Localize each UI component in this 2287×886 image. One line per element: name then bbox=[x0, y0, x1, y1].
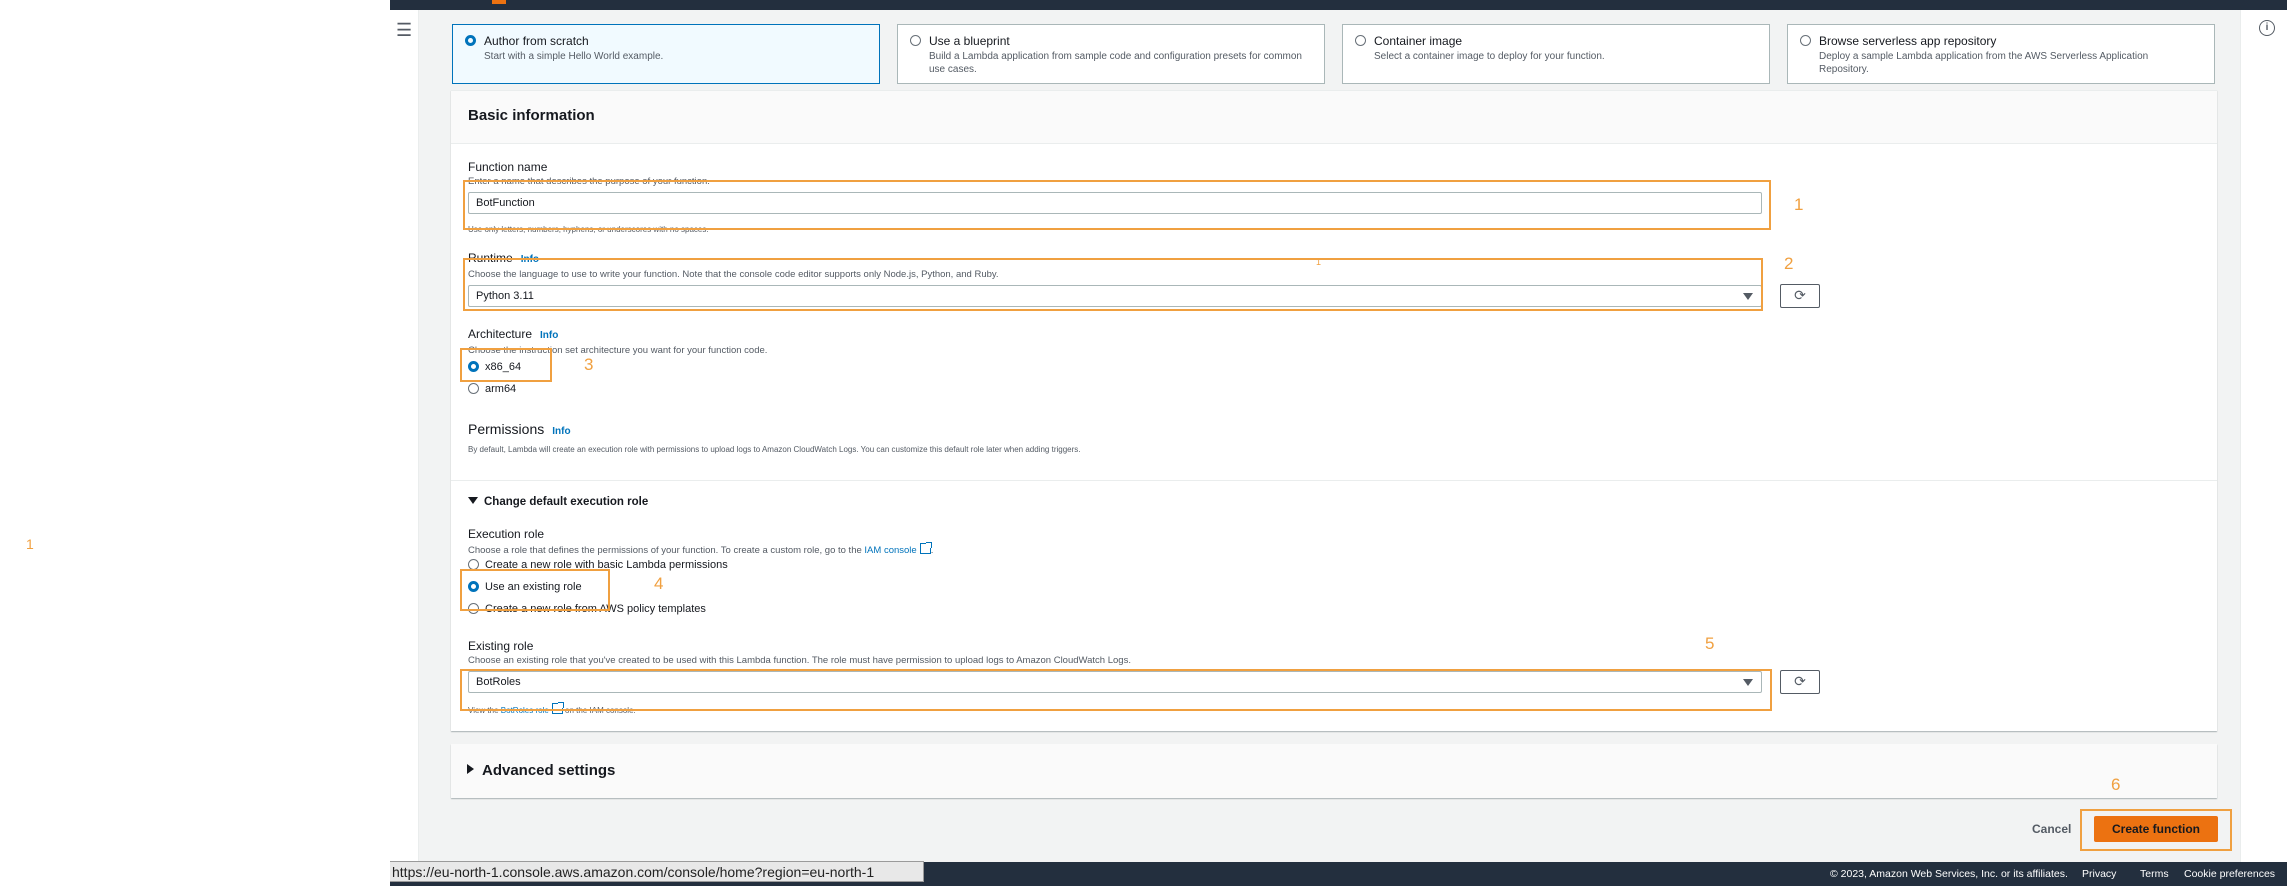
option-title: Author from scratch bbox=[484, 34, 589, 48]
annotation-box-6 bbox=[2080, 809, 2232, 851]
permissions-label: Permissions Info bbox=[468, 421, 571, 437]
option-description: Start with a simple Hello World example. bbox=[484, 51, 664, 62]
aws-logo-icon[interactable] bbox=[492, 0, 506, 4]
annotation-stray-mark: 1 bbox=[1316, 257, 1322, 267]
annotation-box-3 bbox=[460, 348, 552, 382]
left-blank-area bbox=[0, 0, 390, 886]
annotation-box-1 bbox=[463, 180, 1771, 230]
annotation-number-1: 1 bbox=[1794, 195, 1804, 214]
caret-right-icon bbox=[467, 764, 474, 774]
footer-privacy-link[interactable]: Privacy bbox=[2082, 868, 2116, 880]
advanced-settings-title: Advanced settings bbox=[482, 762, 616, 779]
permissions-label-text: Permissions bbox=[468, 421, 545, 437]
top-navigation-bar bbox=[390, 0, 2287, 10]
right-side-rail bbox=[2240, 10, 2287, 862]
annotation-marker-left: 1 bbox=[26, 536, 34, 552]
external-link-icon bbox=[919, 542, 932, 554]
browser-status-url: https://eu-north-1.console.aws.amazon.co… bbox=[390, 861, 924, 882]
option-description: Deploy a sample Lambda application from … bbox=[1819, 51, 2149, 75]
annotation-number-4: 4 bbox=[654, 574, 664, 593]
cancel-button[interactable]: Cancel bbox=[2032, 822, 2071, 836]
option-description: Select a container image to deploy for y… bbox=[1374, 51, 1605, 62]
runtime-refresh-button[interactable]: ⟳ bbox=[1780, 284, 1820, 308]
execution-role-label: Execution role bbox=[468, 527, 545, 541]
radio-icon[interactable] bbox=[465, 35, 476, 46]
advanced-settings-panel[interactable]: Advanced settings bbox=[451, 744, 2217, 798]
execution-role-hint: Choose a role that defines the permissio… bbox=[468, 542, 934, 556]
arch-option-arm64[interactable]: arm64 bbox=[468, 383, 516, 395]
change-role-toggle[interactable]: Change default execution role bbox=[468, 496, 648, 508]
annotation-number-3: 3 bbox=[584, 355, 594, 374]
annotation-number-2: 2 bbox=[1784, 254, 1794, 273]
existing-role-label: Existing role bbox=[468, 639, 534, 653]
footer-terms-link[interactable]: Terms bbox=[2140, 868, 2169, 880]
radio-icon[interactable] bbox=[910, 35, 921, 46]
existing-role-hint: Choose an existing role that you've crea… bbox=[468, 655, 1131, 666]
option-use-blueprint[interactable]: Use a blueprint Build a Lambda applicati… bbox=[897, 24, 1325, 84]
option-title: Browse serverless app repository bbox=[1819, 34, 1997, 48]
footer-copyright: © 2023, Amazon Web Services, Inc. or its… bbox=[1830, 868, 2068, 880]
menu-icon[interactable]: ☰ bbox=[396, 20, 412, 41]
annotation-box-4 bbox=[460, 569, 610, 611]
function-name-label: Function name bbox=[468, 160, 548, 174]
option-description: Build a Lambda application from sample c… bbox=[929, 51, 1302, 75]
option-serverless-repo[interactable]: Browse serverless app repository Deploy … bbox=[1787, 24, 2215, 84]
info-icon[interactable]: i bbox=[2259, 20, 2275, 36]
annotation-box-2 bbox=[463, 258, 1763, 311]
radio-icon[interactable] bbox=[1355, 35, 1366, 46]
option-title: Use a blueprint bbox=[929, 34, 1010, 48]
annotation-number-6: 6 bbox=[2111, 775, 2121, 794]
panel-title: Basic information bbox=[468, 107, 595, 124]
architecture-info-link[interactable]: Info bbox=[540, 330, 558, 341]
option-title: Container image bbox=[1374, 34, 1463, 48]
option-author-from-scratch[interactable]: Author from scratch Start with a simple … bbox=[452, 24, 880, 84]
role-refresh-button[interactable]: ⟳ bbox=[1780, 670, 1820, 694]
architecture-label-text: Architecture bbox=[468, 327, 533, 341]
option-container-image[interactable]: Container image Select a container image… bbox=[1342, 24, 1770, 84]
change-role-label: Change default execution role bbox=[484, 496, 649, 508]
arch-option-label: arm64 bbox=[485, 383, 517, 395]
radio-icon[interactable] bbox=[1800, 35, 1811, 46]
caret-down-icon bbox=[468, 497, 478, 504]
annotation-number-5: 5 bbox=[1705, 634, 1715, 653]
architecture-label: Architecture Info bbox=[468, 327, 558, 341]
execution-role-hint-text: Choose a role that defines the permissio… bbox=[468, 545, 862, 556]
left-side-rail bbox=[390, 10, 419, 862]
iam-console-link[interactable]: IAM console bbox=[864, 545, 916, 556]
permissions-hint: By default, Lambda will create an execut… bbox=[468, 445, 1081, 454]
panel-header: Basic information bbox=[451, 91, 2217, 144]
radio-icon[interactable] bbox=[468, 383, 479, 394]
advanced-settings-toggle[interactable]: Advanced settings bbox=[467, 762, 615, 779]
annotation-box-5 bbox=[460, 669, 1772, 711]
divider bbox=[451, 480, 2217, 481]
footer-cookie-link[interactable]: Cookie preferences bbox=[2184, 868, 2275, 880]
permissions-info-link[interactable]: Info bbox=[552, 426, 570, 437]
